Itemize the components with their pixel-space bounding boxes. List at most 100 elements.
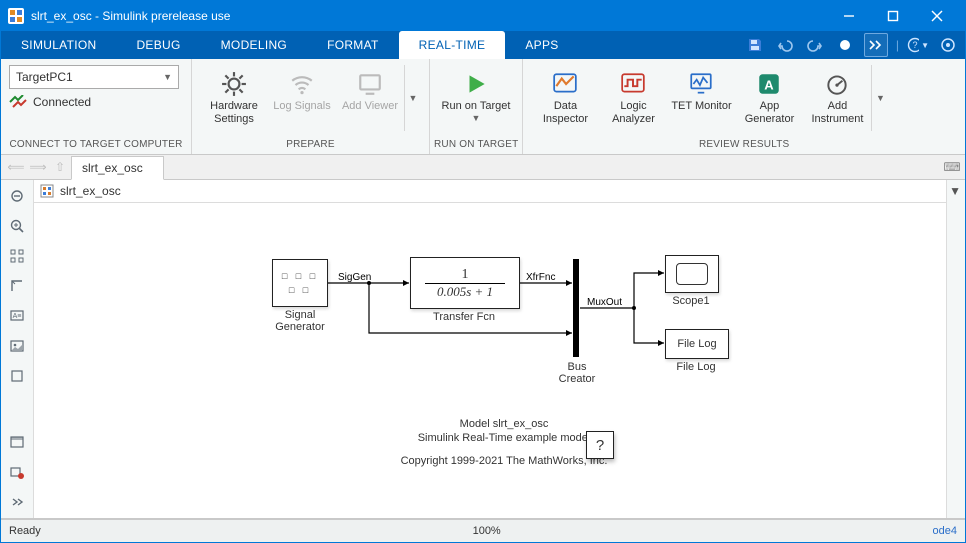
- model-browser-icon[interactable]: [5, 430, 29, 454]
- statusbar: Ready 100% ode4: [1, 519, 965, 542]
- keyboard-icon[interactable]: ⌨: [939, 157, 965, 177]
- redo-icon[interactable]: [804, 34, 826, 56]
- connection-status[interactable]: Connected: [9, 95, 179, 109]
- block-file-log-label: File Log: [670, 361, 722, 373]
- app-icon: [7, 7, 25, 25]
- collapse-palette-icon[interactable]: [5, 490, 29, 514]
- nav-back[interactable]: ⟸: [5, 157, 27, 177]
- tab-format[interactable]: FORMAT: [307, 31, 399, 59]
- block-file-log[interactable]: File Log: [665, 329, 729, 359]
- logic-analyzer-button[interactable]: Logic Analyzer: [599, 65, 667, 131]
- section-run: Run on Target ▼ RUN ON TARGET: [430, 59, 523, 154]
- autoscale-icon[interactable]: [5, 274, 29, 298]
- hardware-settings-button[interactable]: Hardware Settings: [200, 65, 268, 131]
- right-gutter: [946, 180, 965, 518]
- app-generator-button[interactable]: A App Generator: [735, 65, 803, 131]
- window-title: slrt_ex_osc - Simulink prerelease use: [31, 9, 230, 23]
- block-transfer-fcn[interactable]: 1 0.005s + 1: [410, 257, 520, 309]
- wifi-icon: [288, 70, 316, 98]
- add-viewer-label: Add Viewer: [342, 100, 398, 113]
- add-instrument-button[interactable]: Add Instrument: [803, 65, 871, 131]
- file-log-text: File Log: [677, 338, 716, 350]
- nav-up[interactable]: ⇧: [49, 157, 71, 177]
- tf-denominator: 0.005s + 1: [437, 284, 493, 300]
- workarea: A≡ slrt_ex_osc ▼ SigGen: [1, 180, 965, 519]
- titlebar: slrt_ex_osc - Simulink prerelease use: [1, 1, 965, 31]
- status-zoom[interactable]: 100%: [41, 525, 933, 537]
- model-caption-1: Model slrt_ex_osc: [384, 418, 624, 430]
- svg-text:A: A: [765, 77, 775, 92]
- section-connect-label: CONNECT TO TARGET COMPUTER: [1, 137, 191, 154]
- section-review: Data Inspector Logic Analyzer TET Monito…: [523, 59, 965, 154]
- prepare-expand[interactable]: ▼: [404, 65, 421, 131]
- tf-numerator: 1: [462, 267, 469, 283]
- svg-text:XfrFnc: XfrFnc: [526, 272, 555, 283]
- undo-icon[interactable]: [774, 34, 796, 56]
- breadcrumb[interactable]: slrt_ex_osc ▼: [34, 180, 946, 203]
- svg-text:SigGen: SigGen: [338, 272, 371, 283]
- main-tabstrip: SIMULATION DEBUG MODELING FORMAT REAL-TI…: [1, 31, 965, 59]
- tab-real-time[interactable]: REAL-TIME: [399, 31, 506, 59]
- tet-monitor-button[interactable]: TET Monitor: [667, 65, 735, 118]
- app-generator-label: App Generator: [738, 100, 800, 126]
- area-icon[interactable]: [5, 364, 29, 388]
- overflow-icon[interactable]: [864, 33, 888, 57]
- help-block-label: ?: [596, 437, 604, 454]
- model-tabbar: ⟸ ⟹ ⇧ slrt_ex_osc ⌨: [1, 155, 965, 180]
- block-signal-generator-label: Signal Generator: [262, 309, 338, 333]
- hardware-settings-label: Hardware Settings: [203, 100, 265, 126]
- run-on-target-button[interactable]: Run on Target ▼: [438, 65, 514, 128]
- add-instrument-label: Add Instrument: [806, 100, 868, 126]
- save-icon[interactable]: [744, 34, 766, 56]
- block-transfer-fcn-label: Transfer Fcn: [424, 311, 504, 323]
- data-inspector-label: Data Inspector: [534, 100, 596, 126]
- image-icon[interactable]: [5, 334, 29, 358]
- record-icon[interactable]: [834, 34, 856, 56]
- maximize-button[interactable]: [871, 1, 915, 31]
- block-signal-generator[interactable]: □ □ □ □ □: [272, 259, 328, 307]
- help-icon[interactable]: ?▼: [907, 34, 929, 56]
- data-inspector-button[interactable]: Data Inspector: [531, 65, 599, 131]
- log-signals-button: Log Signals: [268, 65, 336, 118]
- app-icon: A: [755, 70, 783, 98]
- tet-monitor-label: TET Monitor: [671, 100, 731, 113]
- model-tab[interactable]: slrt_ex_osc: [71, 156, 164, 180]
- hide-explorer-icon[interactable]: [5, 184, 29, 208]
- chevron-down-icon: ▼: [472, 113, 481, 123]
- tab-apps[interactable]: APPS: [505, 31, 578, 59]
- logic-analyzer-label: Logic Analyzer: [602, 100, 664, 126]
- svg-text:?: ?: [912, 40, 917, 50]
- connected-icon: [9, 95, 27, 109]
- target-select-value: TargetPC1: [16, 70, 73, 84]
- tab-modeling[interactable]: MODELING: [201, 31, 307, 59]
- gear-icon: [220, 70, 248, 98]
- nav-forward[interactable]: ⟹: [27, 157, 49, 177]
- log-signals-label: Log Signals: [273, 100, 331, 113]
- block-scope[interactable]: [665, 255, 719, 293]
- section-connect: TargetPC1 ▼ Connected CONNECT TO TARGET …: [1, 59, 192, 154]
- breadcrumb-dropdown-icon[interactable]: ▼: [949, 184, 961, 198]
- logic-icon: [619, 70, 647, 98]
- record-viewer-icon[interactable]: [5, 460, 29, 484]
- review-expand[interactable]: ▼: [871, 65, 888, 131]
- tab-simulation[interactable]: SIMULATION: [1, 31, 116, 59]
- target-mode-icon[interactable]: [937, 34, 959, 56]
- viewer-icon: [356, 70, 384, 98]
- svg-text:MuxOut: MuxOut: [587, 297, 622, 308]
- fit-icon[interactable]: [5, 244, 29, 268]
- status-solver[interactable]: ode4: [933, 525, 965, 537]
- minimize-button[interactable]: [827, 1, 871, 31]
- add-viewer-button: Add Viewer: [336, 65, 404, 118]
- status-left: Ready: [1, 525, 41, 537]
- zoom-icon[interactable]: [5, 214, 29, 238]
- block-help[interactable]: ?: [586, 431, 614, 459]
- model-canvas[interactable]: SigGen XfrFnc MuxOut: [34, 203, 946, 518]
- target-select[interactable]: TargetPC1 ▼: [9, 65, 179, 89]
- chart-icon: [551, 70, 579, 98]
- play-icon: [462, 70, 490, 98]
- tab-debug[interactable]: DEBUG: [116, 31, 200, 59]
- close-button[interactable]: [915, 1, 959, 31]
- annotation-icon[interactable]: A≡: [5, 304, 29, 328]
- block-bus-creator-label: Bus Creator: [554, 361, 600, 385]
- block-bus-creator[interactable]: [573, 259, 579, 357]
